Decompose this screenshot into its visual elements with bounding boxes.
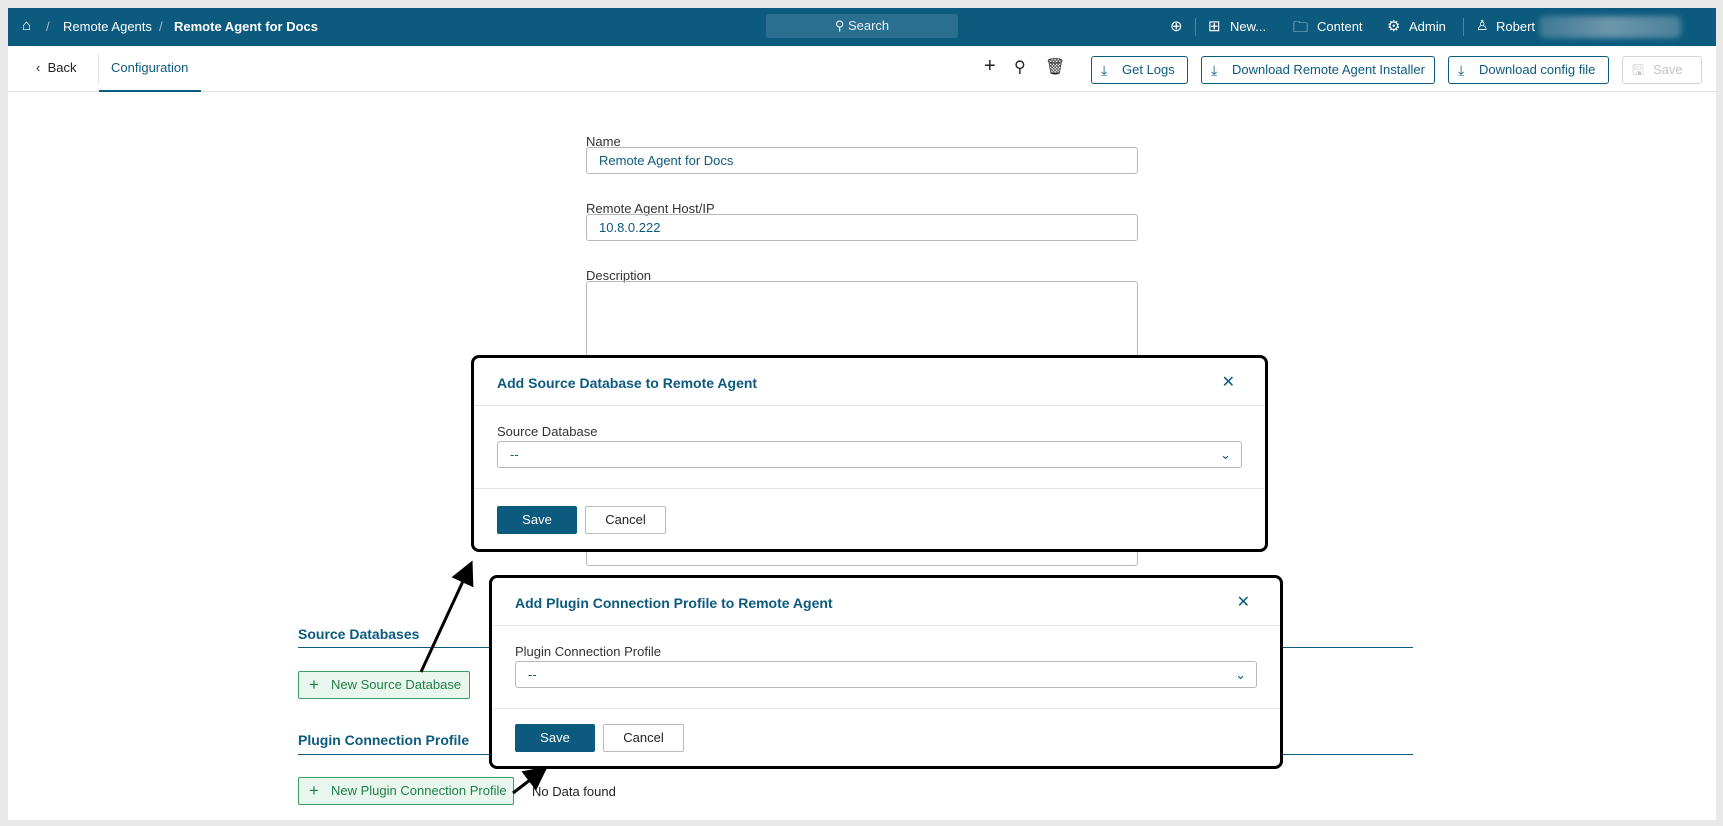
arrow-to-source-dialog [419,560,474,673]
annotation-arrows [419,560,548,795]
arrow-to-plugin-dialog [512,766,548,795]
page: ⌂ / Remote Agents / Remote Agent for Doc… [8,8,1716,820]
